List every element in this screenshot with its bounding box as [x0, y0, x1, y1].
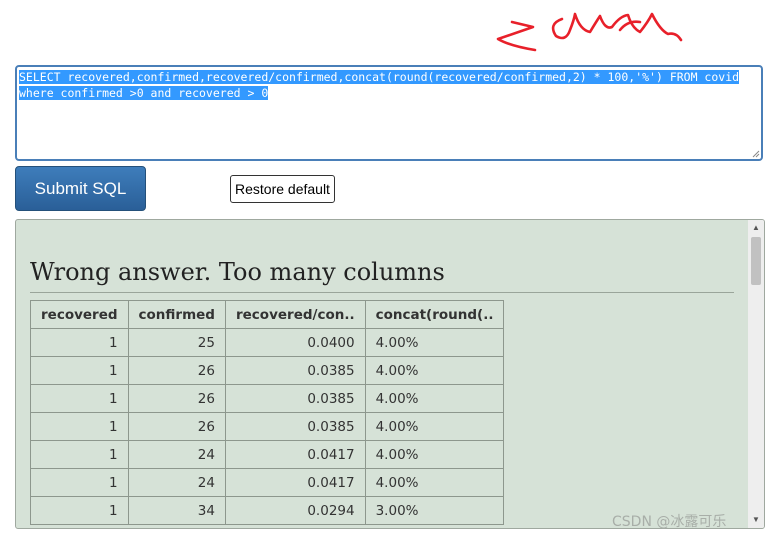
table-cell: 0.0294	[224, 496, 366, 525]
table-cell: 34	[127, 496, 226, 525]
table-cell: 0.0400	[224, 328, 366, 357]
table-cell: 4.00%	[364, 384, 505, 413]
table-row: 1 34 0.0294 3.00%	[30, 496, 505, 525]
table-row: 1 24 0.0417 4.00%	[30, 440, 505, 469]
table-cell: 1	[30, 356, 129, 385]
sql-editor[interactable]: SELECT recovered,confirmed,recovered/con…	[15, 65, 763, 161]
table-cell: 26	[127, 412, 226, 441]
watermark: CSDN @冰露可乐	[612, 514, 727, 530]
column-header: confirmed	[127, 300, 226, 329]
table-cell: 4.00%	[364, 328, 505, 357]
table-row: 1 26 0.0385 4.00%	[30, 356, 505, 385]
table-cell: 0.0385	[224, 356, 366, 385]
table-row: 1 25 0.0400 4.00%	[30, 328, 505, 357]
table-cell: 1	[30, 496, 129, 525]
sql-line-1: SELECT recovered,confirmed,recovered/con…	[19, 70, 740, 84]
table-header-row: recovered confirmed recovered/con.. conc…	[30, 300, 505, 329]
result-panel: Wrong answer. Too many columns recovered…	[15, 219, 765, 529]
table-cell: 0.0385	[224, 412, 366, 441]
submit-sql-button[interactable]: Submit SQL	[15, 166, 146, 211]
result-table: recovered confirmed recovered/con.. conc…	[30, 300, 505, 525]
table-cell: 25	[127, 328, 226, 357]
table-row: 1 26 0.0385 4.00%	[30, 412, 505, 441]
table-cell: 0.0417	[224, 468, 366, 497]
table-cell: 26	[127, 356, 226, 385]
table-cell: 1	[30, 468, 129, 497]
table-cell: 1	[30, 412, 129, 441]
column-header: recovered/con..	[224, 300, 366, 329]
table-row: 1 24 0.0417 4.00%	[30, 468, 505, 497]
sql-line-2: where confirmed >0 and recovered > 0	[19, 85, 269, 100]
resize-grip-icon[interactable]	[751, 149, 760, 158]
table-cell: 24	[127, 440, 226, 469]
table-cell: 4.00%	[364, 468, 505, 497]
table-cell: 1	[30, 328, 129, 357]
scroll-up-icon[interactable]: ▲	[748, 220, 764, 236]
table-cell: 1	[30, 440, 129, 469]
table-cell: 1	[30, 384, 129, 413]
table-row: 1 26 0.0385 4.00%	[30, 384, 505, 413]
table-cell: 24	[127, 468, 226, 497]
table-cell: 26	[127, 384, 226, 413]
scroll-down-icon[interactable]: ▼	[748, 512, 764, 528]
column-header: recovered	[30, 300, 129, 329]
result-title: Wrong answer. Too many columns	[30, 258, 445, 286]
table-cell: 3.00%	[364, 496, 505, 525]
table-cell: 4.00%	[364, 412, 505, 441]
vertical-scrollbar[interactable]: ▲ ▼	[748, 220, 764, 528]
table-cell: 4.00%	[364, 440, 505, 469]
restore-default-button[interactable]: Restore default	[230, 175, 335, 203]
table-cell: 0.0385	[224, 384, 366, 413]
scrollbar-thumb[interactable]	[751, 237, 761, 285]
title-divider	[30, 292, 734, 293]
column-header: concat(round(..	[364, 300, 505, 329]
table-cell: 0.0417	[224, 440, 366, 469]
table-cell: 4.00%	[364, 356, 505, 385]
